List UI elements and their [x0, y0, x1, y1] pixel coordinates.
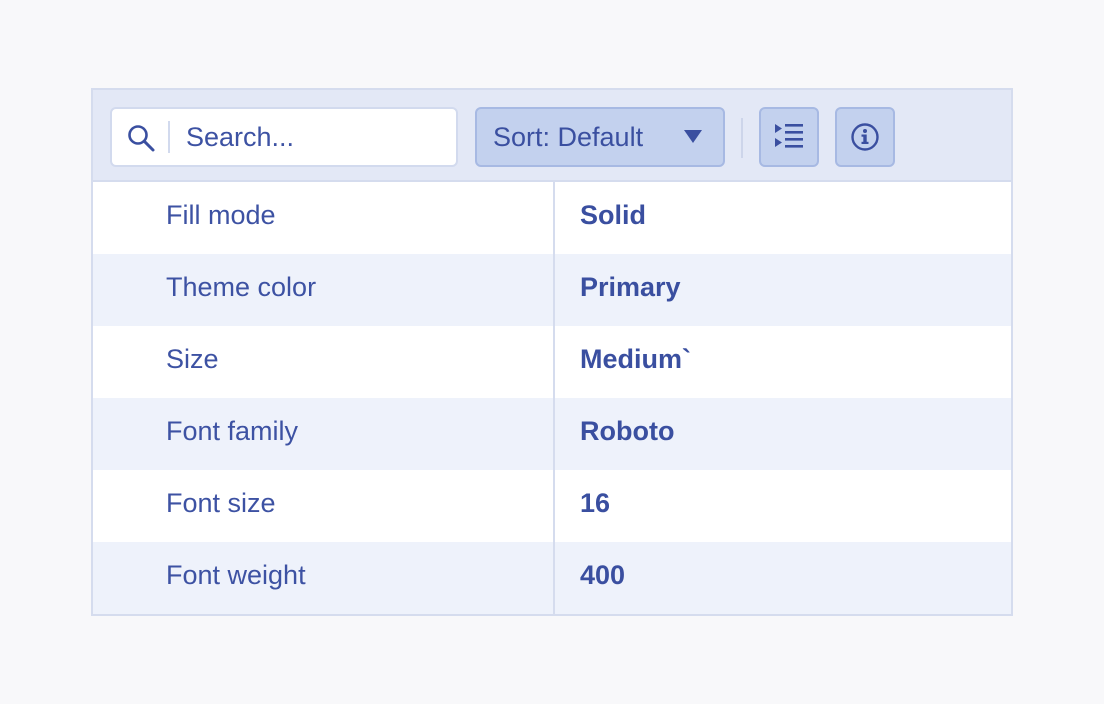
property-value[interactable]: Solid — [580, 200, 646, 231]
info-icon — [851, 123, 879, 151]
property-value[interactable]: Primary — [580, 272, 681, 303]
property-grid: Sort: Default — [91, 88, 1013, 616]
column-divider[interactable] — [553, 182, 555, 614]
property-value[interactable]: 16 — [580, 488, 610, 519]
property-value[interactable]: 400 — [580, 560, 625, 591]
table-row[interactable]: Theme color Primary — [93, 254, 1011, 326]
search-icon — [126, 123, 156, 153]
table-row[interactable]: Font size 16 — [93, 470, 1011, 542]
search-input[interactable] — [186, 115, 446, 159]
expand-all-button[interactable] — [759, 107, 819, 167]
search-box[interactable] — [110, 107, 458, 167]
property-name: Font weight — [166, 560, 306, 590]
property-value[interactable]: Roboto — [580, 416, 674, 447]
table-row[interactable]: Size Medium` — [93, 326, 1011, 398]
caret-down-icon — [684, 130, 702, 143]
property-name: Fill mode — [166, 200, 276, 230]
table-row[interactable]: Fill mode Solid — [93, 182, 1011, 254]
info-button[interactable] — [835, 107, 895, 167]
search-separator — [168, 121, 170, 153]
property-name: Font family — [166, 416, 299, 446]
property-value[interactable]: Medium` — [580, 344, 691, 375]
sort-dropdown-label: Sort: Default — [493, 122, 644, 152]
property-name: Size — [166, 344, 219, 374]
property-table: Fill mode Solid Theme color Primary Size… — [93, 182, 1011, 614]
toolbar-divider — [741, 118, 743, 158]
sort-dropdown[interactable]: Sort: Default — [475, 107, 725, 167]
toolbar: Sort: Default — [93, 90, 1011, 182]
table-row[interactable]: Font family Roboto — [93, 398, 1011, 470]
property-name: Font size — [166, 488, 276, 518]
property-name: Theme color — [166, 272, 317, 302]
expand-all-icon — [775, 124, 803, 148]
table-row[interactable]: Font weight 400 — [93, 542, 1011, 614]
